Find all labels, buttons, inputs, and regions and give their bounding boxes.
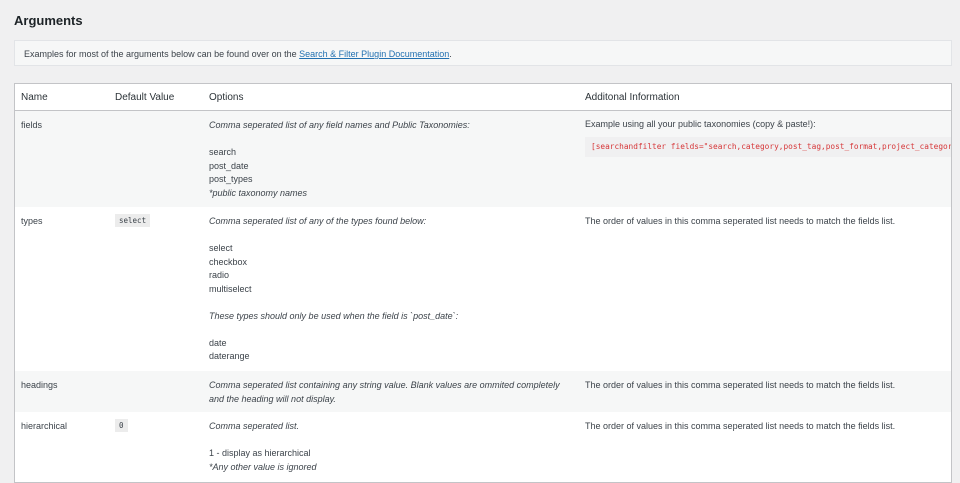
table-header: Name Default Value Options Additonal Inf… — [15, 84, 951, 111]
options-item: multiselect — [209, 283, 252, 294]
notice-text-end: . — [449, 49, 452, 59]
options-item: daterange — [209, 351, 250, 361]
row-name: headings — [21, 380, 58, 390]
options-note: *public taxonomy names — [209, 187, 308, 198]
arguments-table: Name Default Value Options Additonal Inf… — [14, 83, 952, 483]
options-line: Comma seperated list containing any stri… — [209, 380, 560, 390]
row-options: Comma seperated list containing any stri… — [209, 379, 579, 406]
row-info: The order of values in this comma sepera… — [585, 216, 896, 226]
options-intro: Comma seperated list of any field names … — [209, 120, 470, 130]
options-item: search — [209, 147, 237, 157]
header-name: Name — [21, 92, 48, 103]
row-info: The order of values in this comma sepera… — [585, 421, 896, 431]
documentation-link[interactable]: Search & Filter Plugin Documentation — [299, 49, 449, 59]
row-name: fields — [21, 120, 43, 130]
options-item: select — [209, 243, 233, 253]
default-value-code: 0 — [115, 419, 128, 432]
options-note: *Any other value is ignored — [209, 461, 317, 472]
default-value-code: select — [115, 214, 151, 227]
code-example[interactable]: [searchandfilter fields="search,category… — [585, 137, 951, 157]
options-item: post_types — [209, 174, 253, 184]
notice-text: Examples for most of the arguments below… — [24, 49, 300, 59]
row-info: The order of values in this comma sepera… — [585, 380, 896, 390]
notice-box: Examples for most of the arguments below… — [14, 40, 952, 66]
options-intro: Comma seperated list of any of the types… — [209, 216, 427, 226]
options-item: post_date — [209, 160, 249, 171]
row-default-value: select — [115, 214, 151, 227]
table-row: types select Comma seperated list of any… — [15, 207, 951, 371]
options-item: date — [209, 337, 227, 348]
table-row: fields Comma seperated list of any field… — [15, 111, 951, 207]
row-name: types — [21, 216, 43, 226]
row-options: Comma seperated list. 1 - display as hie… — [209, 420, 579, 474]
header-options: Options — [209, 92, 244, 103]
row-options: Comma seperated list of any of the types… — [209, 215, 579, 364]
options-item: checkbox — [209, 256, 248, 267]
row-default-value: 0 — [115, 419, 128, 432]
options-item: radio — [209, 270, 230, 280]
table-row: hierarchical 0 Comma seperated list. 1 -… — [15, 412, 951, 482]
table-row: headings Comma seperated list containing… — [15, 371, 951, 412]
row-info: Example using all your public taxonomies… — [585, 119, 816, 129]
options-item: 1 - display as hierarchical — [209, 448, 311, 458]
options-intro: Comma seperated list. — [209, 421, 300, 431]
options-note: These types should only be used when the… — [209, 310, 459, 321]
page-title: Arguments — [14, 13, 83, 28]
header-default-value: Default Value — [115, 92, 175, 103]
row-name: hierarchical — [21, 421, 68, 431]
header-additional-information: Additonal Information — [585, 92, 680, 103]
row-options: Comma seperated list of any field names … — [209, 119, 579, 200]
options-line: and the heading will not display. — [209, 393, 336, 404]
